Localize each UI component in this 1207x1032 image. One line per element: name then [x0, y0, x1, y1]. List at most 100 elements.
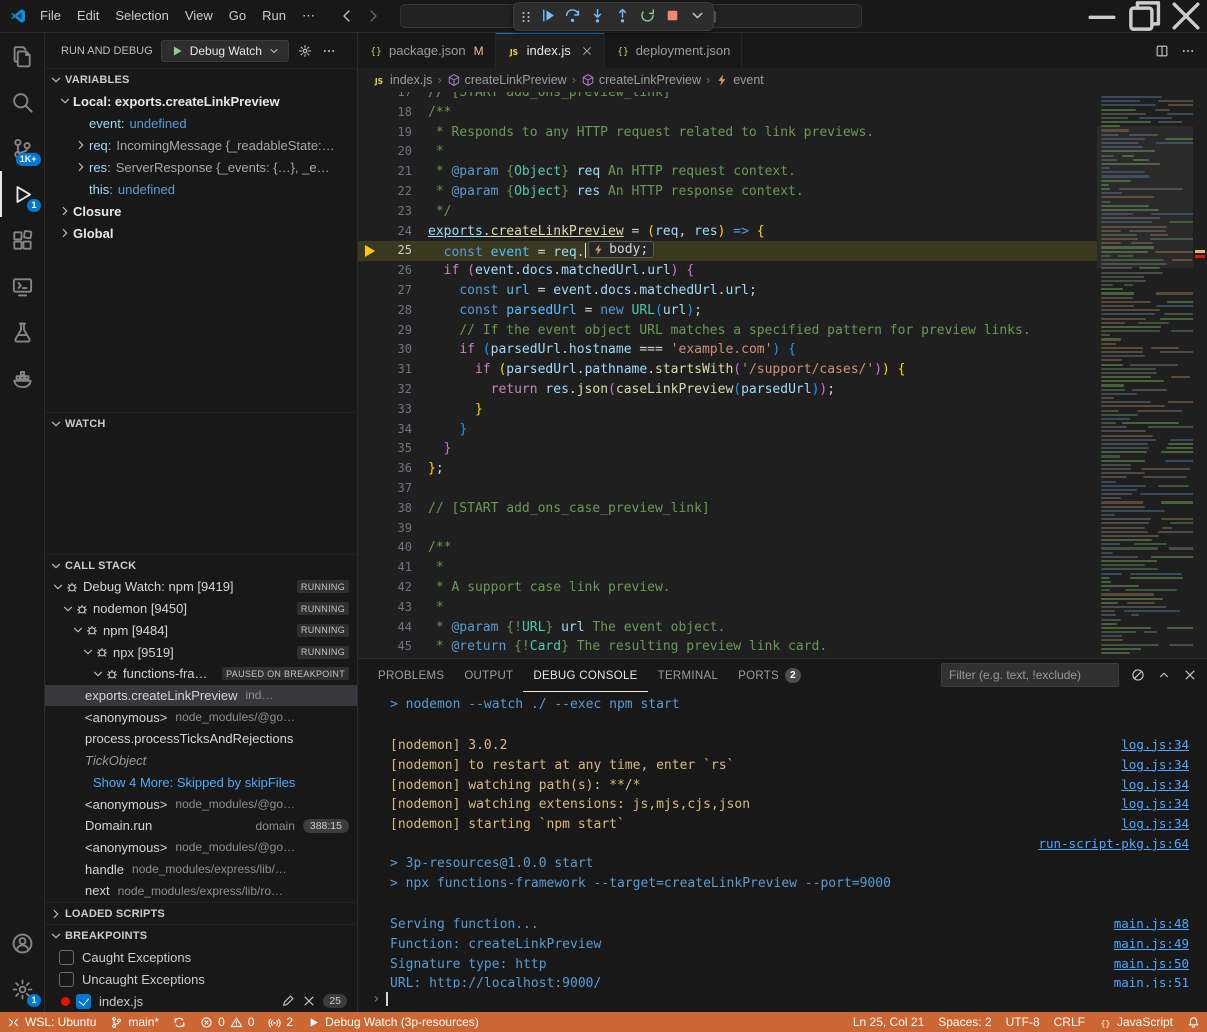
views-more-actions-icon[interactable] — [321, 43, 337, 59]
section-call-stack[interactable]: CALL STACK — [45, 554, 357, 576]
code-editor[interactable]: 17// [START add_ons_preview_link]18/**19… — [358, 92, 1207, 658]
breadcrumb-item[interactable]: createLinkPreview — [581, 73, 701, 87]
variable-row[interactable]: Global — [45, 222, 357, 244]
stop-button[interactable] — [661, 4, 684, 30]
console-source-link[interactable]: log.js:34 — [1101, 814, 1189, 834]
menu-selection[interactable]: Selection — [107, 5, 176, 27]
activity-source-control[interactable]: 1K+ — [0, 125, 45, 171]
layout-sidebar-left-button[interactable] — [1025, 5, 1039, 28]
variable-row[interactable]: this:undefined — [45, 178, 357, 200]
console-source-link[interactable]: log.js:34 — [1101, 735, 1189, 755]
activity-accounts[interactable] — [0, 920, 45, 966]
breakpoint-checkbox[interactable] — [59, 972, 74, 987]
breakpoint-checkbox[interactable] — [59, 950, 74, 965]
console-filter-input[interactable] — [941, 663, 1119, 687]
tab-index.js[interactable]: JSindex.js — [496, 33, 605, 68]
activity-containers[interactable] — [0, 355, 45, 401]
call-stack-row[interactable]: Debug Watch: npm [9419]RUNNING — [45, 576, 357, 598]
debug-console-input[interactable]: › — [358, 988, 1207, 1010]
status-problems[interactable]: 00 — [193, 1012, 261, 1032]
minimap[interactable] — [1097, 92, 1193, 658]
variable-row[interactable]: event:undefined — [45, 112, 357, 134]
variable-row[interactable]: Local: exports.createLinkPreview — [45, 90, 357, 112]
maximize-button[interactable] — [1123, 0, 1165, 32]
activity-run-and-debug[interactable]: 1 — [0, 171, 45, 217]
status-language-mode[interactable]: {}JavaScript — [1092, 1012, 1180, 1032]
call-stack-row[interactable]: <anonymous>node_modules/@go… — [45, 837, 357, 859]
console-source-link[interactable]: main.js:49 — [1094, 934, 1189, 954]
layout-panel-button[interactable] — [1039, 5, 1053, 28]
status-ports[interactable]: 2 — [261, 1012, 300, 1032]
call-stack-row[interactable]: Domain.rundomain388:15 — [45, 815, 357, 837]
status-debug-session[interactable]: Debug Watch (3p-resources) — [300, 1012, 486, 1032]
console-source-link[interactable]: run-script-pkg.js:64 — [1018, 834, 1189, 854]
call-stack-row[interactable]: exports.createLinkPreviewind… — [45, 685, 357, 707]
configure-gear-icon[interactable] — [297, 43, 313, 59]
call-stack-row[interactable]: Show 4 More: Skipped by skipFiles — [45, 771, 357, 793]
call-stack-row[interactable]: TickObject — [45, 750, 357, 772]
activity-search[interactable] — [0, 79, 45, 125]
menu-overflow[interactable]: ⋯ — [294, 5, 323, 27]
console-source-link[interactable]: main.js:48 — [1094, 914, 1189, 934]
inline-suggestion[interactable]: body; — [588, 241, 654, 258]
breakpoint-row[interactable]: Caught Exceptions — [45, 946, 357, 968]
status-eol[interactable]: CRLF — [1047, 1012, 1092, 1032]
status-remote-indicator[interactable]: WSL: Ubuntu — [0, 1012, 103, 1032]
breakpoint-row[interactable]: index.js25 — [45, 990, 357, 1012]
call-stack-row[interactable]: nodemon [9450]RUNNING — [45, 598, 357, 620]
debug-console-output[interactable]: > nodemon --watch ./ --exec npm start [n… — [358, 692, 1207, 988]
show-more-link[interactable]: Show 4 More: Skipped by skipFiles — [93, 775, 295, 790]
continue-button[interactable] — [536, 4, 559, 30]
call-stack-row[interactable]: process.processTicksAndRejections — [45, 728, 357, 750]
overview-ruler[interactable] — [1193, 92, 1207, 658]
status-cursor-position[interactable]: Ln 25, Col 21 — [846, 1012, 931, 1032]
section-variables[interactable]: VARIABLES — [45, 68, 357, 90]
panel-tab-output[interactable]: OUTPUT — [454, 659, 523, 692]
layout-customize-button[interactable] — [1067, 5, 1081, 28]
breadcrumb[interactable]: JSindex.js›createLinkPreview›createLinkP… — [358, 68, 1207, 92]
clear-console-icon[interactable] — [1131, 668, 1145, 682]
status-git-branch[interactable]: main* — [103, 1012, 166, 1032]
tab-package.json[interactable]: {}package.jsonM — [358, 33, 496, 68]
console-source-link[interactable]: log.js:34 — [1101, 755, 1189, 775]
call-stack-row[interactable]: <anonymous>node_modules/@go… — [45, 793, 357, 815]
status-sync-changes[interactable] — [166, 1012, 193, 1032]
layout-sidebar-right-button[interactable] — [1053, 5, 1067, 28]
restart-button[interactable] — [636, 4, 659, 30]
status-notifications[interactable] — [1180, 1012, 1207, 1032]
ellipsis-icon[interactable] — [1181, 44, 1195, 58]
section-breakpoints[interactable]: BREAKPOINTS — [45, 924, 357, 946]
activity-explorer[interactable] — [0, 33, 45, 79]
section-loaded-scripts[interactable]: LOADED SCRIPTS — [45, 902, 357, 924]
section-watch[interactable]: WATCH — [45, 412, 357, 434]
breakpoint-row[interactable]: Uncaught Exceptions — [45, 968, 357, 990]
go-back-icon[interactable] — [337, 6, 357, 26]
step-over-button[interactable] — [561, 4, 584, 30]
variable-row[interactable]: Closure — [45, 200, 357, 222]
call-stack-row[interactable]: npx [9519]RUNNING — [45, 641, 357, 663]
debug-toolbar-chevron-icon[interactable] — [686, 4, 709, 30]
step-into-button[interactable] — [586, 4, 609, 30]
go-forward-icon[interactable] — [363, 6, 383, 26]
breadcrumb-item[interactable]: createLinkPreview — [447, 73, 567, 87]
activity-remote-explorer[interactable] — [0, 263, 45, 309]
tab-deployment.json[interactable]: {}deployment.json — [605, 33, 743, 68]
menu-view[interactable]: View — [177, 5, 221, 27]
menu-go[interactable]: Go — [221, 5, 254, 27]
console-source-link[interactable]: main.js:51 — [1094, 973, 1189, 988]
launch-config-picker[interactable]: Debug Watch — [161, 40, 289, 62]
status-indentation[interactable]: Spaces: 2 — [931, 1012, 998, 1032]
menu-edit[interactable]: Edit — [69, 5, 107, 27]
console-source-link[interactable]: log.js:34 — [1101, 775, 1189, 795]
activity-extensions[interactable] — [0, 217, 45, 263]
menu-file[interactable]: File — [32, 5, 69, 27]
call-stack-row[interactable]: nextnode_modules/express/lib/ro… — [45, 880, 357, 902]
close-panel-icon[interactable] — [1183, 668, 1197, 682]
console-source-link[interactable]: log.js:34 — [1101, 794, 1189, 814]
step-out-button[interactable] — [611, 4, 634, 30]
panel-tab-ports[interactable]: PORTS2 — [728, 659, 811, 692]
variable-row[interactable]: res:ServerResponse {_events: {…}, _e… — [45, 156, 357, 178]
call-stack-row[interactable]: npm [9484]RUNNING — [45, 619, 357, 641]
breakpoint-checkbox[interactable] — [76, 994, 91, 1009]
menu-run[interactable]: Run — [254, 5, 294, 27]
